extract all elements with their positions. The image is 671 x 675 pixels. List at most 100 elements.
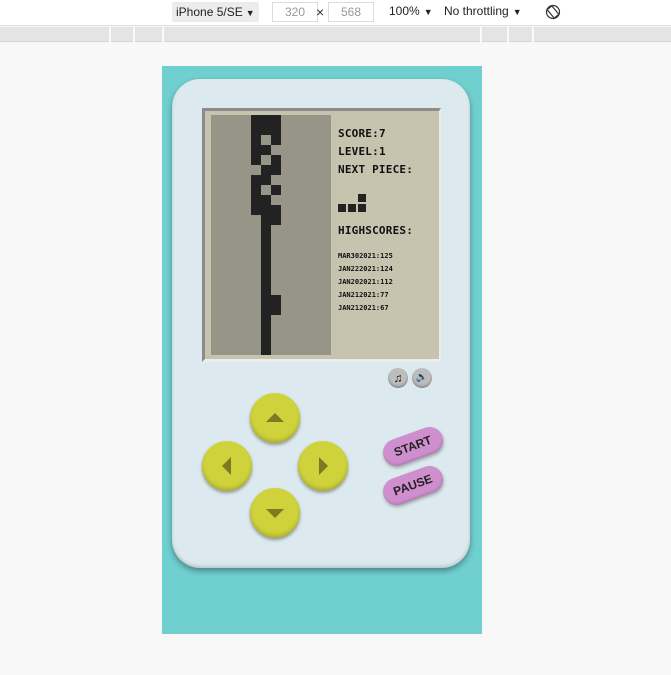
board-cell-empty	[281, 285, 291, 295]
board-cell-empty	[281, 195, 291, 205]
right-button[interactable]	[298, 441, 348, 491]
board-cell-empty	[301, 255, 311, 265]
board-cell-empty	[321, 225, 331, 235]
board-cell-empty	[221, 225, 231, 235]
start-button[interactable]: START	[379, 423, 447, 470]
board-cell-empty	[241, 345, 251, 355]
board-cell-empty	[291, 155, 301, 165]
board-cell-empty	[211, 165, 221, 175]
next-piece-cell	[338, 204, 346, 212]
board-cell-empty	[211, 235, 221, 245]
board-cell-empty	[311, 295, 321, 305]
board-cell-empty	[241, 305, 251, 315]
board-cell-empty	[311, 205, 321, 215]
board-cell-empty	[301, 315, 311, 325]
board-cell-empty	[271, 315, 281, 325]
arrow-right-icon	[319, 457, 328, 475]
board-cell-empty	[281, 315, 291, 325]
sound-icon[interactable]: 🔊	[412, 368, 432, 388]
board-cell-empty	[281, 165, 291, 175]
level-value: 1	[378, 145, 386, 158]
board-cell-empty	[231, 165, 241, 175]
device-viewport: SCORE:7 LEVEL:1 NEXT PIECE: HIGHSCORES: …	[162, 66, 482, 634]
board-cell-empty	[221, 275, 231, 285]
board-cell-empty	[291, 215, 301, 225]
pause-button[interactable]: PAUSE	[379, 462, 447, 509]
board-cell-empty	[301, 295, 311, 305]
board-cell-empty	[221, 185, 231, 195]
board-cell-empty	[321, 235, 331, 245]
board-cell-empty	[321, 315, 331, 325]
high-score-row: JAN212021:67	[338, 304, 389, 312]
board-cell-filled	[271, 185, 281, 195]
throttling-select[interactable]: No throttling ▼	[444, 4, 522, 18]
board-cell-empty	[221, 125, 231, 135]
board-cell-empty	[211, 335, 221, 345]
board-cell-empty	[231, 115, 241, 125]
board-cell-filled	[261, 275, 271, 285]
board-cell-empty	[211, 195, 221, 205]
board-cell-filled	[271, 135, 281, 145]
down-button[interactable]	[250, 488, 300, 538]
board-cell-empty	[221, 295, 231, 305]
board-cell-empty	[231, 325, 241, 335]
board-cell-empty	[251, 245, 261, 255]
board-cell-empty	[221, 205, 231, 215]
board-cell-empty	[281, 295, 291, 305]
board-cell-filled	[251, 185, 261, 195]
board-cell-empty	[231, 215, 241, 225]
board-cell-empty	[291, 345, 301, 355]
board-cell-empty	[241, 225, 251, 235]
board-cell-filled	[261, 335, 271, 345]
next-piece-label: NEXT PIECE:	[338, 163, 414, 176]
height-input[interactable]: 568	[328, 2, 374, 22]
board-cell-filled	[261, 295, 271, 305]
board-cell-filled	[261, 325, 271, 335]
board-cell-empty	[211, 285, 221, 295]
left-button[interactable]	[202, 441, 252, 491]
board-cell-empty	[231, 205, 241, 215]
board-cell-empty	[291, 145, 301, 155]
score-display: SCORE:7	[338, 127, 386, 140]
board-cell-empty	[221, 305, 231, 315]
chevron-down-icon: ▼	[512, 7, 522, 17]
board-cell-empty	[291, 125, 301, 135]
up-button[interactable]	[250, 393, 300, 443]
board-cell-empty	[261, 135, 271, 145]
board-cell-empty	[281, 145, 291, 155]
music-icon[interactable]: ♫	[388, 368, 408, 388]
board-cell-empty	[241, 155, 251, 165]
board-cell-empty	[321, 135, 331, 145]
board-cell-empty	[311, 285, 321, 295]
board-cell-empty	[271, 325, 281, 335]
board-cell-empty	[291, 225, 301, 235]
board-cell-empty	[301, 215, 311, 225]
board-cell-empty	[211, 205, 221, 215]
width-input[interactable]: 320	[272, 2, 318, 22]
board-cell-empty	[301, 145, 311, 155]
board-cell-filled	[261, 345, 271, 355]
board-cell-empty	[321, 125, 331, 135]
board-cell-empty	[271, 345, 281, 355]
lcd-screen: SCORE:7 LEVEL:1 NEXT PIECE: HIGHSCORES: …	[202, 108, 441, 362]
board-cell-empty	[221, 245, 231, 255]
board-cell-empty	[241, 175, 251, 185]
board-cell-empty	[251, 315, 261, 325]
device-select[interactable]: iPhone 5/SE ▼	[172, 2, 259, 22]
device-select-label: iPhone 5/SE	[176, 5, 243, 19]
rotate-icon[interactable]	[545, 4, 561, 20]
board-cell-empty	[231, 195, 241, 205]
board-cell-empty	[241, 115, 251, 125]
board-cell-empty	[241, 235, 251, 245]
board-cell-empty	[231, 175, 241, 185]
board-cell-empty	[221, 135, 231, 145]
board-cell-empty	[311, 345, 321, 355]
board-cell-empty	[281, 325, 291, 335]
board-cell-empty	[281, 305, 291, 315]
board-cell-empty	[321, 205, 331, 215]
board-cell-empty	[221, 115, 231, 125]
zoom-select[interactable]: 100% ▼	[389, 4, 433, 18]
board-cell-empty	[301, 325, 311, 335]
board-cell-filled	[271, 205, 281, 215]
board-cell-empty	[311, 265, 321, 275]
